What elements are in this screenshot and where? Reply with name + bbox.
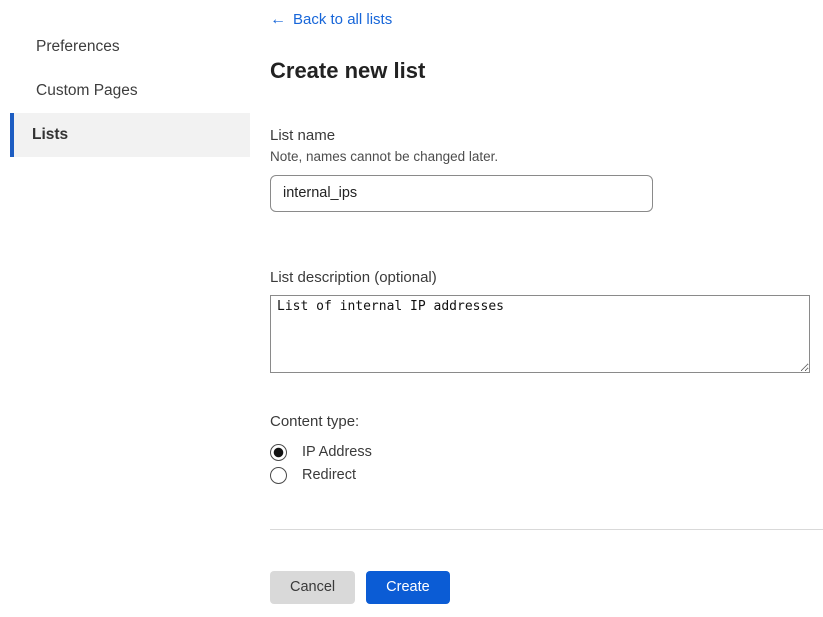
list-description-textarea[interactable]: List of internal IP addresses (270, 295, 810, 373)
list-description-label: List description (optional) (270, 269, 823, 286)
list-name-note: Note, names cannot be changed later. (270, 149, 823, 164)
content-type-label: Content type: (270, 413, 823, 430)
form-actions: Cancel Create (270, 571, 823, 604)
sidebar-item-custom-pages[interactable]: Custom Pages (10, 69, 250, 113)
ip-address-radio[interactable] (270, 444, 287, 461)
app-window: Preferences Custom Pages Lists ← Back to… (0, 0, 823, 617)
page-title: Create new list (270, 58, 823, 84)
back-link-label: Back to all lists (293, 11, 392, 28)
sidebar-item-label: Preferences (36, 38, 120, 56)
create-button[interactable]: Create (366, 571, 450, 604)
radio-option-label: IP Address (302, 444, 372, 460)
settings-sidebar: Preferences Custom Pages Lists (0, 0, 250, 617)
list-name-input[interactable] (270, 175, 653, 212)
content-type-radio-group: IP Address Redirect (270, 441, 823, 487)
back-arrow-icon: ← (270, 12, 286, 28)
radio-option-label: Redirect (302, 467, 356, 483)
create-list-panel: ← Back to all lists Create new list List… (250, 0, 823, 617)
sidebar-item-preferences[interactable]: Preferences (10, 25, 250, 69)
form-divider (270, 529, 823, 530)
redirect-radio[interactable] (270, 467, 287, 484)
content-type-option-redirect[interactable]: Redirect (270, 464, 356, 487)
content-type-option-ip-address[interactable]: IP Address (270, 441, 372, 464)
back-to-all-lists-link[interactable]: ← Back to all lists (270, 11, 392, 28)
sidebar-item-label: Custom Pages (36, 82, 138, 100)
list-name-label: List name (270, 127, 823, 144)
sidebar-item-label: Lists (32, 126, 68, 144)
sidebar-item-lists[interactable]: Lists (10, 113, 250, 157)
cancel-button[interactable]: Cancel (270, 571, 355, 604)
